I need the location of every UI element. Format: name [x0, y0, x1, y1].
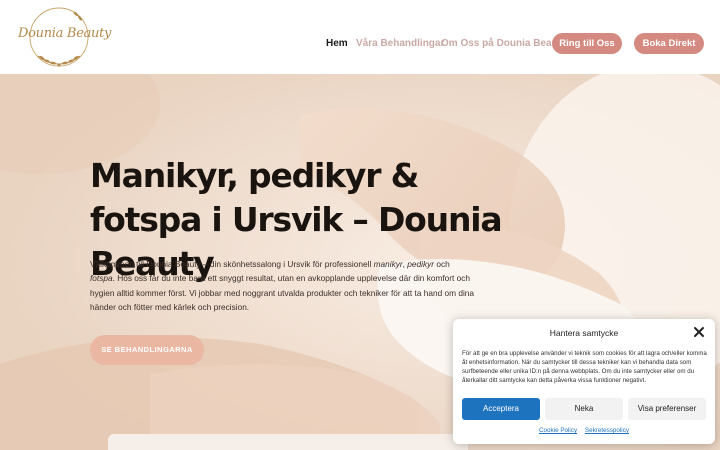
logo[interactable]: Dounia Beauty — [18, 4, 112, 70]
intro-text-part: . Hos oss får du inte bara ett snyggt re… — [90, 273, 475, 313]
close-icon[interactable] — [693, 326, 705, 338]
book-button[interactable]: Boka Direkt — [634, 33, 704, 54]
logo-text: Dounia Beauty — [18, 26, 112, 41]
accept-button[interactable]: Acceptera — [462, 398, 540, 420]
privacy-policy-link[interactable]: Sekretesspolicy — [585, 427, 629, 434]
intro-emphasis-manikyr: manikyr — [373, 259, 403, 269]
site-header: Dounia Beauty Hem Våra Behandlingar Om O… — [0, 0, 720, 74]
cookie-policy-links: Cookie Policy Sekretesspolicy — [453, 427, 715, 434]
intro-text-part: Välkommen till Dounia Beauty – din skönh… — [90, 259, 374, 269]
nav-item-behandlingar[interactable]: Våra Behandlingar — [356, 38, 444, 49]
hero-intro-text: Välkommen till Dounia Beauty – din skönh… — [90, 257, 475, 315]
see-treatments-button[interactable]: SE BEHANDLINGARNA — [90, 335, 204, 365]
intro-text-separator: och — [434, 259, 450, 269]
nav-item-om-oss[interactable]: Om Oss på Dounia Beauty — [441, 38, 567, 49]
nav-item-hem[interactable]: Hem — [326, 38, 348, 49]
content-card — [108, 434, 468, 450]
cookie-dialog-title: Hantera samtycke — [549, 328, 619, 338]
cookie-policy-link[interactable]: Cookie Policy — [539, 427, 577, 434]
call-button[interactable]: Ring till Oss — [552, 33, 622, 54]
intro-emphasis-pedikyr: pedikyr — [407, 259, 435, 269]
intro-emphasis-fotspa: fotspa — [90, 273, 113, 284]
preferences-button[interactable]: Visa preferenser — [628, 398, 706, 420]
deny-button[interactable]: Neka — [545, 398, 623, 420]
cookie-dialog-body: För att ge en bra upplevelse använder vi… — [462, 350, 707, 384]
cookie-consent-dialog: Hantera samtycke För att ge en bra upple… — [453, 319, 715, 444]
